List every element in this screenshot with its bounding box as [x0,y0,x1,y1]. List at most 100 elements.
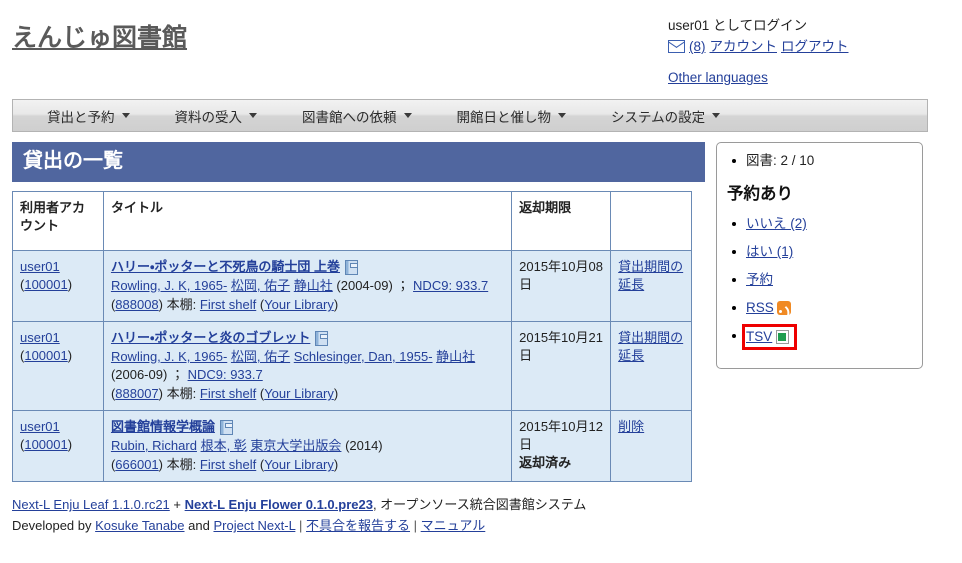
library-link[interactable]: Your Library [264,386,334,401]
library-name: (Your Library) [259,457,339,472]
nav-label: 開館日と催し物 [456,109,552,125]
table-row: user01 (100001) 図書館情報学概論 Rubin, Richard … [12,410,692,482]
site-logo[interactable]: えんじゅ図書館 [12,18,187,54]
nav-item-checkout-reserve[interactable]: 貸出と予約 [47,106,130,126]
rss-icon [776,301,791,315]
book-icon [315,331,329,346]
project-link[interactable]: Project Next-L [213,518,295,533]
logout-link[interactable]: ログアウト [781,37,849,56]
table-row: user01 (100001) ハリー・ポッターと炎のゴブレット Rowling… [12,321,692,411]
and-label: and [188,518,210,533]
flower-version-link[interactable]: Next-L Enju Flower 0.1.0.pre23 [185,497,373,512]
book-icon [344,260,358,275]
shelf-label: 本棚: [166,297,197,312]
cell-due-date: 2015年10月08日 [511,250,612,322]
footer-separator: | [298,518,303,533]
account-name-link[interactable]: user01 [20,258,97,276]
author-link[interactable]: 松岡, 佑子 [231,278,290,293]
account-id: (100001) [20,277,73,292]
sidebar-item-reserve[interactable]: 予約 [727,271,912,289]
publication-date: (2014) [345,438,383,453]
col-header-account: 利用者アカウント [12,191,104,251]
item-id-link[interactable]: 888008 [115,297,158,312]
publisher-link[interactable]: 静山社 [436,349,475,364]
shelf-link[interactable]: First shelf [200,457,256,472]
cell-due-date: 2015年10月12日 返却済み [511,410,612,482]
account-name-link[interactable]: user01 [20,329,97,347]
sidebar-link-no[interactable]: いいえ (2) [746,216,807,231]
sidebar-item-no[interactable]: いいえ (2) [727,215,912,233]
chevron-down-icon [712,113,721,118]
author-link[interactable]: Rubin, Richard [111,438,197,453]
cell-title: 図書館情報学概論 Rubin, Richard 根本, 彰 東京大学出版会 (2… [102,410,513,482]
sidebar-link-tsv[interactable]: TSV [746,329,772,344]
shelf-info: (888008) 本棚: First shelf (Your Library) [111,296,505,314]
bibliographic-meta: Rubin, Richard 根本, 彰 東京大学出版会 (2014) [111,437,505,455]
message-count-link[interactable]: (8) [689,37,706,56]
sidebar-reserve-list: いいえ (2) はい (1) 予約 RSS TSV [727,215,912,350]
account-id-link[interactable]: 100001 [24,277,67,292]
extend-loan-link[interactable]: 貸出期間の延長 [618,259,683,292]
item-id-link[interactable]: 666001 [115,457,158,472]
chevron-down-icon [558,113,566,118]
table-row: user01 (100001) ハリー・ポッターと不死鳥の騎士団 上巻 Rowl… [12,250,692,322]
footer-version-line: Next-L Enju Leaf 1.1.0.rc21 + Next-L Enj… [12,494,932,515]
title-link[interactable]: ハリー・ポッターと不死鳥の騎士団 上巻 [111,258,340,276]
shelf-label: 本棚: [166,457,197,472]
classification-link[interactable]: NDC9: 933.7 [188,367,263,382]
author-link[interactable]: 根本, 彰 [201,438,247,453]
cell-action: 削除 [610,410,692,482]
title-link[interactable]: ハリー・ポッターと炎のゴブレット [111,329,310,347]
publisher-link[interactable]: 東京大学出版会 [250,438,341,453]
account-id-link[interactable]: 100001 [24,437,67,452]
nav-label: 図書館への依頼 [302,109,397,125]
mail-icon [668,40,685,53]
extend-loan-link[interactable]: 貸出期間の延長 [618,330,683,363]
account-name-link[interactable]: user01 [20,418,97,436]
shelf-link[interactable]: First shelf [200,297,256,312]
due-date: 2015年10月08日 [519,259,603,292]
nav-item-library-request[interactable]: 図書館への依頼 [302,106,412,126]
sidebar-link-rss[interactable]: RSS [746,300,774,315]
shelf-info: (666001) 本棚: First shelf (Your Library) [111,456,505,474]
publication-date: (2006-09) [110,367,168,382]
other-languages-label[interactable]: Other languages [668,70,768,85]
main-navigation: 貸出と予約 資料の受入 図書館への依頼 開館日と催し物 システムの設定 [12,99,928,132]
other-languages-link[interactable]: Other languages [668,70,768,85]
publication-date: (2004-09) [336,278,393,293]
publisher-link[interactable]: 静山社 [294,278,333,293]
shelf-link[interactable]: First shelf [200,386,256,401]
sidebar-item-yes[interactable]: はい (1) [727,243,912,261]
account-id-link[interactable]: 100001 [24,348,67,363]
library-link[interactable]: Your Library [264,297,334,312]
item-id-link[interactable]: 888007 [115,386,158,401]
sidebar-link-reserve[interactable]: 予約 [746,272,773,287]
tsv-highlight-box[interactable]: TSV [741,324,798,350]
author-link[interactable]: Kosuke Tanabe [95,518,184,533]
shelf-label: 本棚: [166,386,197,401]
nav-item-system-settings[interactable]: システムの設定 [611,106,721,126]
author-link[interactable]: Rowling, J. K, 1965- [111,349,227,364]
delete-link[interactable]: 削除 [618,419,644,434]
account-link[interactable]: アカウント [710,37,778,56]
title-link[interactable]: 図書館情報学概論 [111,418,215,436]
sidebar-heading-reserved: 予約あり [727,185,793,203]
library-link[interactable]: Your Library [264,457,334,472]
author-link[interactable]: Schlesinger, Dan, 1955- [294,349,433,364]
sidebar-item-rss[interactable]: RSS [727,299,912,317]
author-link[interactable]: 松岡, 佑子 [231,349,290,364]
manual-link[interactable]: マニュアル [421,518,486,533]
due-date: 2015年10月21日 [519,330,603,363]
sidebar-item-tsv[interactable]: TSV [727,324,912,350]
nav-item-opening-events[interactable]: 開館日と催し物 [456,106,566,126]
page-footer: Next-L Enju Leaf 1.1.0.rc21 + Next-L Enj… [12,494,932,536]
footer-credits-line: Developed by Kosuke Tanabe and Project N… [12,515,932,536]
cell-title: ハリー・ポッターと不死鳥の騎士団 上巻 Rowling, J. K, 1965-… [102,250,513,322]
bug-report-link[interactable]: 不具合を報告する [306,518,410,533]
leaf-version-link[interactable]: Next-L Enju Leaf 1.1.0.rc21 [12,497,170,512]
classification-link[interactable]: NDC9: 933.7 [413,278,488,293]
sidebar-item-book-count: 図書: 2 / 10 [727,152,912,170]
sidebar-link-yes[interactable]: はい (1) [746,244,793,259]
author-link[interactable]: Rowling, J. K, 1965- [111,278,227,293]
nav-item-acquisition[interactable]: 資料の受入 [175,106,257,126]
